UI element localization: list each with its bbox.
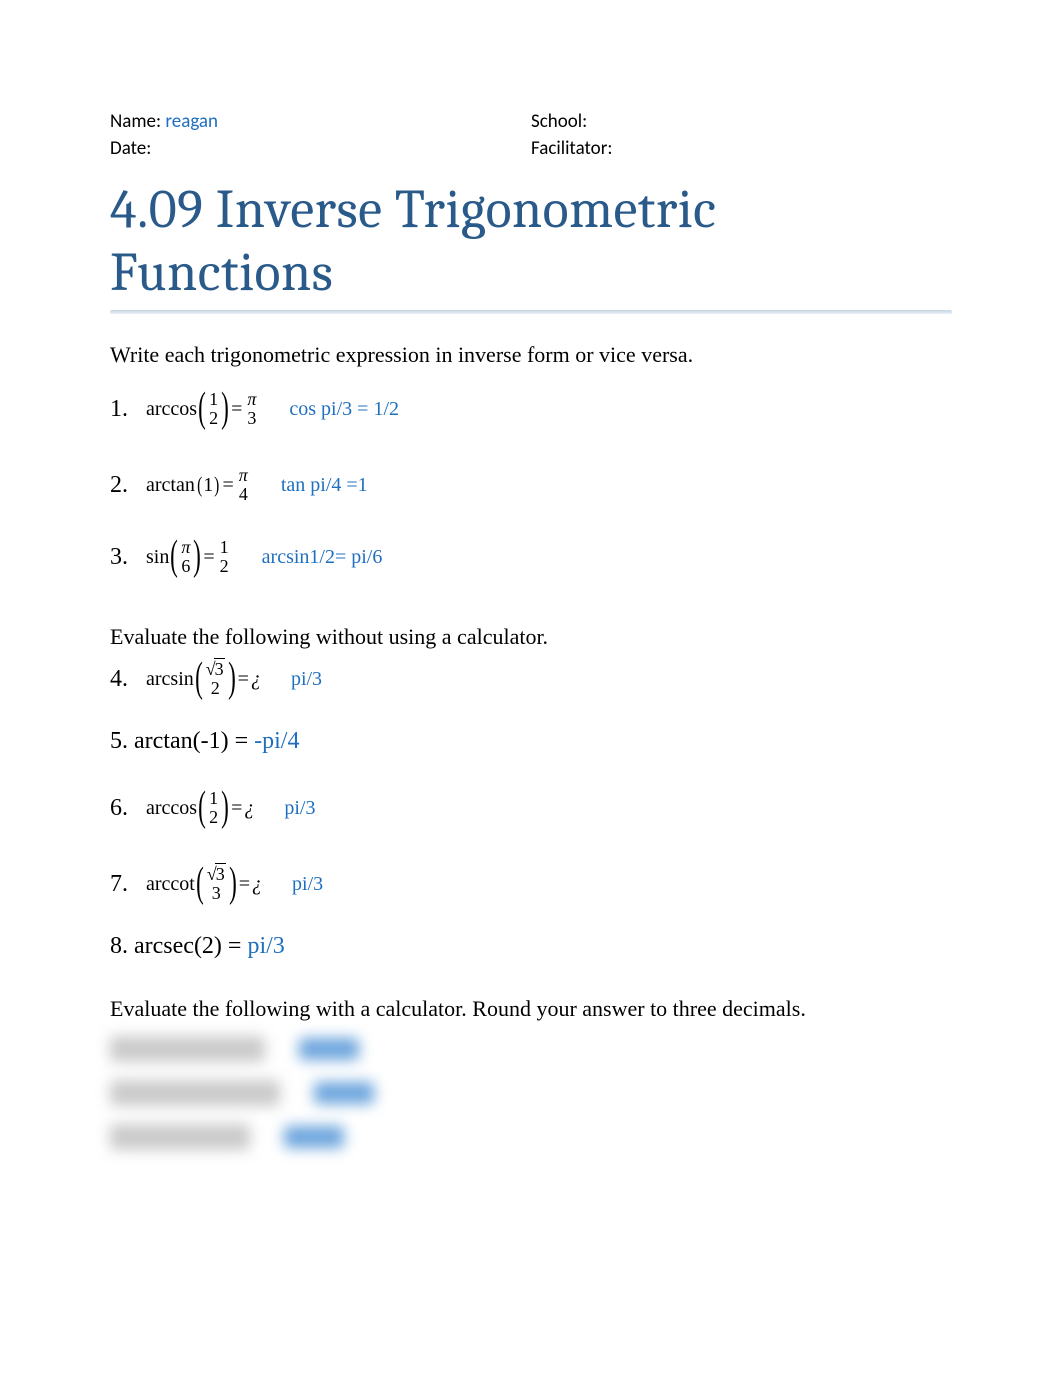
q1-result: π 3 xyxy=(245,390,258,428)
q1-answer: cos pi/3 = 1/2 xyxy=(289,398,399,421)
q6-expression: arccos ( 1 2 ) = ¿ xyxy=(146,789,254,827)
q2-answer: tan pi/4 =1 xyxy=(281,474,368,497)
q1-expression: arccos ( 1 2 ) = π 3 xyxy=(146,390,259,428)
blurred-answer xyxy=(314,1082,374,1104)
q7-number: 7. xyxy=(110,871,146,898)
facilitator-label: Facilitator: xyxy=(531,137,612,160)
q6-eq: = xyxy=(231,797,242,820)
q2-arg: 1 xyxy=(203,474,213,497)
q2-func: arctan xyxy=(146,474,195,497)
date-label: Date: xyxy=(110,137,151,160)
school-label: School: xyxy=(531,110,587,133)
rparen-icon: ) xyxy=(221,392,229,426)
blurred-answer xyxy=(284,1126,344,1148)
problem-7: 7. arccot ( 3 3 ) = ¿ pi/3 xyxy=(110,857,952,911)
q3-expression: sin ( π 6 ) = 1 2 xyxy=(146,538,232,576)
blurred-question xyxy=(110,1036,265,1062)
date-cell: Date: xyxy=(110,137,531,160)
lparen-icon: ( xyxy=(198,791,206,825)
lparen-icon: ( xyxy=(195,662,203,696)
q1-eq: = xyxy=(231,398,242,421)
instruction-a: Write each trigonometric expression in i… xyxy=(110,342,952,368)
lparen-icon: ( xyxy=(170,540,178,574)
facilitator-cell: Facilitator: xyxy=(531,137,952,160)
blurred-answer xyxy=(299,1038,359,1060)
q8-answer: pi/3 xyxy=(247,933,284,959)
instruction-c: Evaluate the following with a calculator… xyxy=(110,996,952,1022)
lparen-icon: ( xyxy=(198,392,206,426)
q3-answer: arcsin1/2= pi/6 xyxy=(262,546,383,569)
q6-arg: 1 2 xyxy=(207,789,220,827)
q3-eq: = xyxy=(203,546,214,569)
q5-expression: 5. arctan(-1) = xyxy=(110,728,254,754)
q7-placeholder: ¿ xyxy=(252,873,262,896)
rparen-icon: ) xyxy=(194,540,202,574)
header-row-1: Name: reagan School: xyxy=(110,110,952,133)
problem-6: 6. arccos ( 1 2 ) = ¿ pi/3 xyxy=(110,781,952,835)
q7-expression: arccot ( 3 3 ) = ¿ xyxy=(146,865,262,903)
q4-number: 4. xyxy=(110,666,146,693)
q3-arg: π 6 xyxy=(179,538,192,576)
blurred-row-3 xyxy=(110,1124,952,1150)
name-label: Name: xyxy=(110,110,161,133)
title-underline xyxy=(110,310,952,314)
lparen-icon: ( xyxy=(197,476,202,494)
q6-placeholder: ¿ xyxy=(244,797,254,820)
q7-func: arccot xyxy=(146,873,195,896)
q7-answer: pi/3 xyxy=(292,873,323,896)
page-title: 4.09 Inverse Trigonometric Functions xyxy=(110,178,952,304)
q6-number: 6. xyxy=(110,795,146,822)
blurred-question xyxy=(110,1080,280,1106)
lparen-icon: ( xyxy=(196,867,204,901)
q4-answer: pi/3 xyxy=(291,668,322,691)
q6-answer: pi/3 xyxy=(284,797,315,820)
q2-number: 2. xyxy=(110,472,146,499)
q4-arg: 3 2 xyxy=(204,660,227,698)
q4-placeholder: ¿ xyxy=(251,668,261,691)
q7-arg: 3 3 xyxy=(205,865,228,903)
rparen-icon: ) xyxy=(229,867,237,901)
name-value: reagan xyxy=(165,110,218,133)
problem-3: 3. sin ( π 6 ) = 1 2 arcsin1/2= pi/6 xyxy=(110,530,952,584)
header-row-2: Date: Facilitator: xyxy=(110,137,952,160)
problem-8: 8. arcsec(2) = pi/3 xyxy=(110,933,952,960)
rparen-icon: ) xyxy=(228,662,236,696)
q3-func: sin xyxy=(146,546,169,569)
name-cell: Name: reagan xyxy=(110,110,531,133)
problem-5: 5. arctan(-1) = -pi/4 xyxy=(110,728,952,755)
q4-func: arcsin xyxy=(146,668,194,691)
school-cell: School: xyxy=(531,110,952,133)
rparen-icon: ) xyxy=(221,791,229,825)
q3-number: 3. xyxy=(110,544,146,571)
problem-2: 2. arctan ( 1 ) = π 4 tan pi/4 =1 xyxy=(110,458,952,512)
q2-result: π 4 xyxy=(237,466,250,504)
sqrt-icon: 3 xyxy=(207,865,226,884)
instruction-b: Evaluate the following without using a c… xyxy=(110,624,952,650)
blurred-question xyxy=(110,1124,250,1150)
q1-arg: 1 2 xyxy=(207,390,220,428)
q3-result: 1 2 xyxy=(218,538,231,576)
sqrt-icon: 3 xyxy=(206,660,225,679)
q4-expression: arcsin ( 3 2 ) = ¿ xyxy=(146,660,261,698)
q5-answer: -pi/4 xyxy=(254,728,299,754)
q7-eq: = xyxy=(239,873,250,896)
q4-eq: = xyxy=(238,668,249,691)
problem-1: 1. arccos ( 1 2 ) = π 3 cos pi/3 = 1/2 xyxy=(110,382,952,436)
q1-number: 1. xyxy=(110,396,146,423)
q1-func: arccos xyxy=(146,398,197,421)
q2-eq: = xyxy=(223,474,234,497)
q8-expression: 8. arcsec(2) = xyxy=(110,933,247,959)
q6-func: arccos xyxy=(146,797,197,820)
problem-4: 4. arcsin ( 3 2 ) = ¿ pi/3 xyxy=(110,652,952,706)
blurred-row-1 xyxy=(110,1036,952,1062)
rparen-icon: ) xyxy=(214,476,219,494)
blurred-row-2 xyxy=(110,1080,952,1106)
q2-expression: arctan ( 1 ) = π 4 xyxy=(146,466,251,504)
